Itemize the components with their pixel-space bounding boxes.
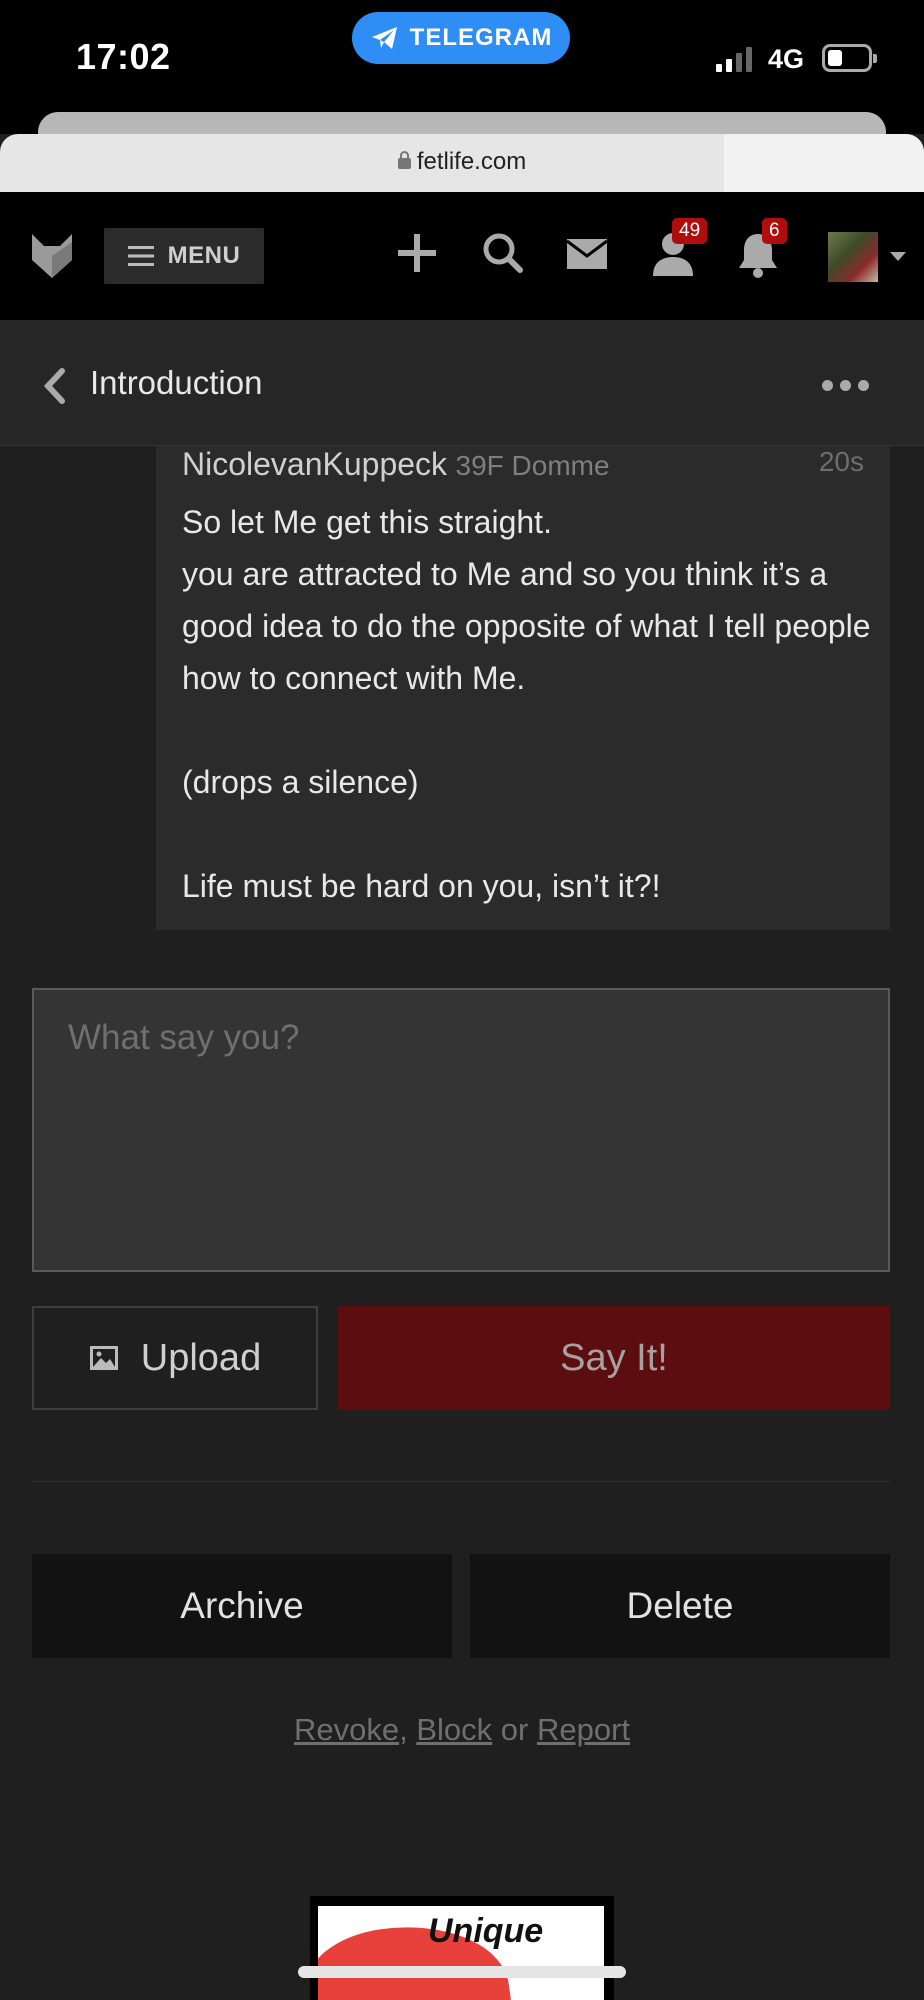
advertisement[interactable]: Unique	[310, 1896, 614, 2000]
url-bar[interactable]: fetlife.com	[0, 134, 924, 192]
ad-text: Unique	[428, 1912, 544, 1950]
more-options-icon[interactable]	[822, 380, 869, 391]
delete-button[interactable]: Delete	[470, 1554, 890, 1658]
image-icon	[89, 1346, 118, 1370]
fetlife-logo-icon[interactable]	[30, 232, 74, 285]
message-line: So let Me get this straight.	[182, 504, 552, 540]
top-navbar: MENU 49 6	[0, 192, 924, 320]
revoke-link[interactable]: Revoke	[294, 1712, 399, 1747]
message-bubble: NicolevanKuppeck 39F Domme 20s So let Me…	[156, 446, 890, 930]
upload-label: Upload	[140, 1336, 262, 1379]
plus-icon[interactable]	[396, 232, 438, 279]
or-text: or	[500, 1712, 529, 1747]
menu-button[interactable]: MENU	[104, 228, 264, 284]
telegram-return-pill[interactable]: TELEGRAM	[352, 12, 570, 64]
telegram-label: TELEGRAM	[409, 24, 553, 51]
home-indicator[interactable]	[298, 1966, 626, 1978]
notifications-badge: 6	[762, 218, 787, 244]
conversation-header: Introduction	[0, 320, 924, 446]
message-timestamp: 20s	[818, 446, 864, 477]
block-link[interactable]: Block	[416, 1712, 492, 1747]
moderation-links: Revoke, Block or Report	[0, 1712, 924, 1748]
lock-icon	[397, 151, 411, 169]
hamburger-icon	[127, 246, 154, 266]
conversation-title: Introduction	[90, 364, 263, 401]
message-author[interactable]: NicolevanKuppeck	[182, 446, 447, 482]
clock: 17:02	[76, 36, 171, 77]
cellular-signal-icon	[716, 46, 752, 72]
telegram-icon	[371, 27, 397, 49]
battery-icon	[822, 44, 877, 72]
comma-separator: ,	[399, 1712, 408, 1747]
archive-button[interactable]: Archive	[32, 1554, 452, 1658]
message-line: Life must be hard on you, isn’t it?!	[182, 868, 661, 904]
reply-box	[32, 988, 890, 1272]
network-type: 4G	[768, 44, 805, 74]
mail-icon[interactable]	[566, 238, 608, 275]
ad-banner: Unique	[318, 1906, 604, 2000]
back-chevron-icon[interactable]	[42, 368, 66, 409]
message-header: NicolevanKuppeck 39F Domme 20s	[182, 446, 864, 486]
archive-label: Archive	[180, 1585, 304, 1626]
delete-label: Delete	[626, 1585, 734, 1626]
friend-requests-badge: 49	[672, 218, 708, 244]
user-avatar[interactable]	[828, 232, 878, 282]
message-line: you are attracted to Me and so you think…	[182, 556, 871, 696]
message-line: (drops a silence)	[182, 764, 419, 800]
author-meta: 39F Domme	[455, 450, 610, 481]
url-display[interactable]: fetlife.com	[0, 148, 924, 176]
status-bar: 17:02 TELEGRAM 4G	[0, 0, 924, 152]
search-icon[interactable]	[482, 232, 524, 279]
divider	[32, 1481, 890, 1482]
reply-input[interactable]	[34, 990, 888, 1270]
say-it-label: Say It!	[560, 1336, 668, 1379]
report-link[interactable]: Report	[537, 1712, 630, 1747]
say-it-button[interactable]: Say It!	[338, 1306, 890, 1410]
url-text: fetlife.com	[416, 148, 527, 175]
chevron-down-icon[interactable]	[890, 252, 906, 261]
message-body: So let Me get this straight. you are att…	[182, 496, 882, 912]
upload-button[interactable]: Upload	[32, 1306, 318, 1410]
menu-label: MENU	[167, 242, 241, 269]
